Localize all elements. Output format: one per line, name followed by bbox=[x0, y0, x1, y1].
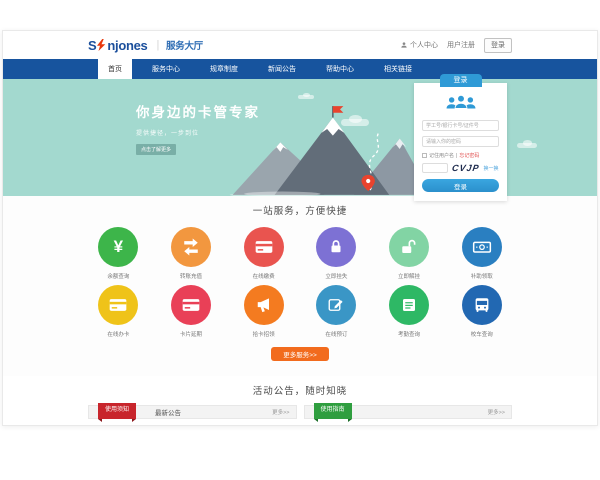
header: S njones | 服务大厅 个人中心 用户注册 登录 bbox=[3, 31, 597, 59]
list-icon[interactable] bbox=[389, 285, 429, 325]
services-row-2: 在线办卡 卡片延期 拾卡招领 在线预订 bbox=[82, 285, 518, 338]
service-label: 在线预订 bbox=[325, 330, 347, 338]
mountain-illustration bbox=[225, 102, 435, 196]
more-notices-link[interactable]: 更多>> bbox=[272, 408, 289, 416]
notice-panel: 使用须知 最新公告 更多>> bbox=[88, 405, 297, 419]
remember-checkbox[interactable] bbox=[422, 153, 427, 158]
guide-panel: 使用指南 更多>> bbox=[304, 405, 513, 419]
lock-closed-icon[interactable] bbox=[316, 227, 356, 267]
edit-square-icon[interactable] bbox=[316, 285, 356, 325]
service-attendance[interactable]: 考勤查询 bbox=[373, 285, 446, 338]
services-row-1: ¥ 余额查询 转账充值 在线缴费 立即挂失 bbox=[82, 227, 518, 280]
bus-icon[interactable] bbox=[462, 285, 502, 325]
nav-item-news[interactable]: 新闻公告 bbox=[258, 59, 306, 79]
personal-center-link[interactable]: 个人中心 bbox=[400, 40, 438, 50]
service-cancel-loss[interactable]: 立即解挂 bbox=[373, 227, 446, 280]
captcha-refresh-link[interactable]: 换一换 bbox=[484, 165, 499, 172]
register-label: 用户注册 bbox=[447, 40, 475, 50]
login-tab[interactable]: 登录 bbox=[440, 74, 482, 87]
banknote-icon[interactable] bbox=[462, 227, 502, 267]
header-login-button[interactable]: 登录 bbox=[484, 38, 512, 53]
forgot-password-link[interactable]: 忘记密码 bbox=[459, 152, 479, 159]
megaphone-icon[interactable] bbox=[244, 285, 284, 325]
site-name: 服务大厅 bbox=[166, 38, 203, 52]
credit-card-icon[interactable] bbox=[98, 285, 138, 325]
service-label: 立即挂失 bbox=[325, 272, 347, 280]
account-input[interactable] bbox=[422, 120, 499, 131]
nav-item-help[interactable]: 帮助中心 bbox=[316, 59, 364, 79]
password-input[interactable] bbox=[422, 136, 499, 147]
more-guides-link[interactable]: 更多>> bbox=[488, 408, 505, 416]
remember-label: 记住用户名 bbox=[429, 152, 454, 159]
services-section: 一站服务，方便快捷 ¥ 余额查询 转账充值 在线缴费 bbox=[3, 196, 597, 376]
credit-card-icon[interactable] bbox=[244, 227, 284, 267]
main-nav: 首页 服务中心 规章制度 新闻公告 帮助中心 相关链接 bbox=[3, 59, 597, 79]
announcements-title: 活动公告，随时知晓 bbox=[3, 376, 597, 397]
service-label: 在线办卡 bbox=[107, 330, 129, 338]
service-apply-card[interactable]: 在线办卡 bbox=[82, 285, 155, 338]
register-link[interactable]: 用户注册 bbox=[447, 40, 475, 50]
announcements-section: 活动公告，随时知晓 使用须知 最新公告 更多>> 使用指南 更多>> bbox=[3, 376, 597, 425]
hero-cta-button[interactable]: 点击了解更多 bbox=[136, 144, 176, 155]
service-label: 余额查询 bbox=[107, 272, 129, 280]
services-title: 一站服务，方便快捷 bbox=[3, 196, 597, 217]
logo-text-s: S bbox=[88, 38, 96, 53]
cloud-decoration bbox=[298, 95, 314, 99]
lightning-bolt-icon bbox=[97, 39, 106, 51]
service-label: 立即解挂 bbox=[398, 272, 420, 280]
captcha-input[interactable] bbox=[422, 163, 448, 173]
service-found-card[interactable]: 拾卡招领 bbox=[227, 285, 300, 338]
service-label: 校车查询 bbox=[471, 330, 493, 338]
login-panel: 登录 记住用户名 | 忘记密码 CVJP 换一换 登录 bbox=[414, 83, 507, 201]
service-pay-online[interactable]: 在线缴费 bbox=[227, 227, 300, 280]
nav-item-rules[interactable]: 规章制度 bbox=[200, 59, 248, 79]
transfer-arrows-icon[interactable] bbox=[171, 227, 211, 267]
logo-divider: | bbox=[156, 39, 159, 51]
personal-center-label: 个人中心 bbox=[410, 40, 438, 50]
service-school-bus[interactable]: 校车查询 bbox=[445, 285, 518, 338]
more-services-button[interactable]: 更多服务>> bbox=[271, 347, 329, 361]
service-label: 卡片延期 bbox=[180, 330, 202, 338]
lock-open-icon[interactable] bbox=[389, 227, 429, 267]
login-submit-button[interactable]: 登录 bbox=[422, 179, 499, 192]
yuan-icon[interactable]: ¥ bbox=[98, 227, 138, 267]
service-label: 考勤查询 bbox=[398, 330, 420, 338]
service-label: 转账充值 bbox=[180, 272, 202, 280]
nav-item-service-center[interactable]: 服务中心 bbox=[142, 59, 190, 79]
nav-item-links[interactable]: 相关链接 bbox=[374, 59, 422, 79]
captcha-image[interactable]: CVJP bbox=[451, 163, 480, 173]
hero-banner: 你身边的卡管专家 提供捷径，一步到位 点击了解更多 bbox=[3, 79, 597, 196]
usage-guide-tab[interactable]: 使用指南 bbox=[314, 403, 352, 419]
service-subsidy[interactable]: 补助领取 bbox=[445, 227, 518, 280]
service-card-extension[interactable]: 卡片延期 bbox=[155, 285, 228, 338]
service-label: 补助领取 bbox=[471, 272, 493, 280]
service-label: 在线缴费 bbox=[253, 272, 275, 280]
service-transfer[interactable]: 转账充值 bbox=[155, 227, 228, 280]
service-online-booking[interactable]: 在线预订 bbox=[300, 285, 373, 338]
service-report-loss[interactable]: 立即挂失 bbox=[300, 227, 373, 280]
users-group-icon bbox=[414, 94, 507, 116]
synjones-logo[interactable]: S njones | 服务大厅 bbox=[88, 38, 203, 53]
service-hall-page: S njones | 服务大厅 个人中心 用户注册 登录 首页 服务中心 bbox=[2, 30, 598, 426]
latest-announcements-tab[interactable]: 最新公告 bbox=[155, 407, 181, 417]
person-icon bbox=[400, 41, 408, 49]
service-balance[interactable]: ¥ 余额查询 bbox=[82, 227, 155, 280]
nav-item-home[interactable]: 首页 bbox=[98, 59, 132, 79]
service-label: 拾卡招领 bbox=[253, 330, 275, 338]
usage-notice-tab[interactable]: 使用须知 bbox=[98, 403, 136, 419]
cloud-decoration bbox=[517, 143, 537, 148]
separator: | bbox=[456, 153, 457, 159]
logo-text-rest: njones bbox=[107, 38, 147, 53]
credit-card-icon[interactable] bbox=[171, 285, 211, 325]
